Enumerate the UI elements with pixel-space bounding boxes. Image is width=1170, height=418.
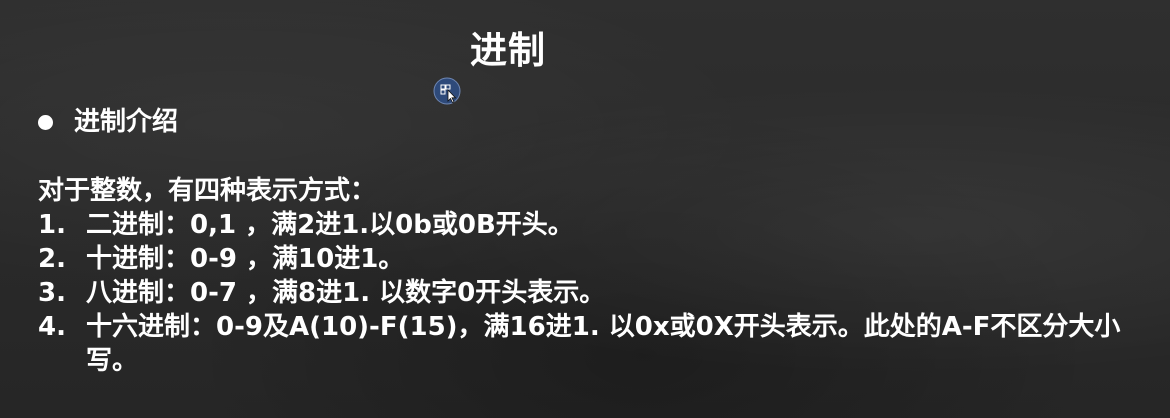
list-item-text: 十六进制：0-9及A(10)-F(15)，满16进1. 以0x或0X开头表示。此… (86, 312, 1121, 376)
cursor-pointer-icon (433, 77, 461, 105)
list-item: 3. 八进制：0-7 ，满8进1. 以数字0开头表示。 (38, 276, 1163, 310)
chalkboard-slide: 进制 进制介绍 对于整数，有四种表示方式： 1. 二进制：0,1 ，满2进1.以… (0, 0, 1170, 418)
slide-title: 进制 (470, 29, 546, 72)
filled-circle-bullet-icon (38, 114, 53, 130)
list-item: 1. 二进制：0,1 ，满2进1.以0b或0B开头。 (38, 208, 1163, 242)
list-item-number: 3. (38, 278, 66, 308)
intro-text: 对于整数，有四种表示方式： (38, 176, 377, 206)
list-item-text: 十进制：0-9 ，满10进1。 (86, 244, 405, 274)
number-system-list: 1. 二进制：0,1 ，满2进1.以0b或0B开头。 2. 十进制：0-9 ，满… (38, 208, 1163, 378)
list-item: 2. 十进制：0-9 ，满10进1。 (38, 242, 1163, 276)
list-item-text: 二进制：0,1 ，满2进1.以0b或0B开头。 (86, 210, 574, 240)
bullet-heading-text: 进制介绍 (74, 107, 179, 137)
bullet-heading: 进制介绍 (38, 104, 178, 140)
list-item: 4. 十六进制：0-9及A(10)-F(15)，满16进1. 以0x或0X开头表… (38, 310, 1163, 378)
list-item-number: 1. (38, 210, 66, 240)
list-item-text: 八进制：0-7 ，满8进1. 以数字0开头表示。 (86, 278, 606, 308)
list-item-number: 4. (38, 312, 66, 342)
list-item-number: 2. (38, 244, 66, 274)
